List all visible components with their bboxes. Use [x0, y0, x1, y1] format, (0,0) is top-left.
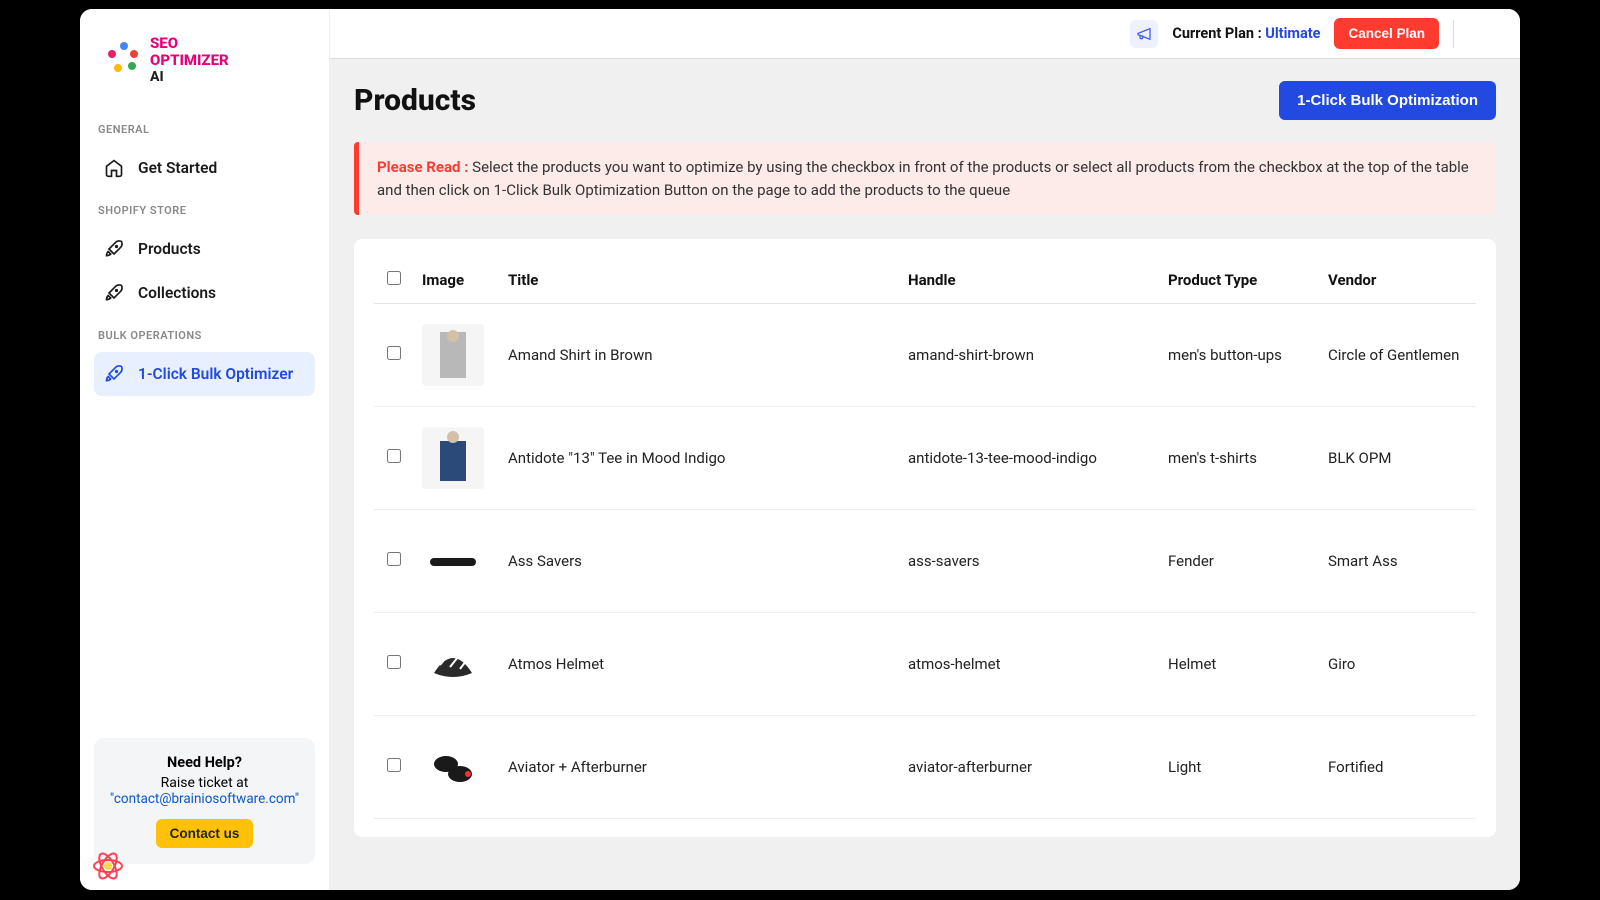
cell-title: Antidote "13" Tee in Mood Indigo [500, 407, 900, 510]
cell-title: Aviator + Afterburner [500, 716, 900, 819]
cell-vendor: Fortified [1320, 716, 1476, 819]
table-row: Atmos Helmet atmos-helmet Helmet Giro [374, 613, 1476, 716]
table-row: Ass Savers ass-savers Fender Smart Ass [374, 510, 1476, 613]
sidebar-item-label: Collections [138, 284, 216, 302]
help-text: Raise ticket at [106, 775, 303, 791]
product-thumbnail [422, 736, 484, 798]
sidebar-section-shopify: Shopify Store [98, 204, 311, 217]
sidebar-item-label: Get Started [138, 159, 217, 177]
row-checkbox[interactable] [387, 552, 401, 566]
cell-title: Amand Shirt in Brown [500, 304, 900, 407]
table-header-row: Image Title Handle Product Type Vendor [374, 257, 1476, 304]
help-email-link[interactable]: "contact@brainiosoftware.com" [110, 791, 299, 807]
cell-handle: ass-savers [900, 510, 1160, 613]
alert-body: Select the products you want to optimize… [377, 158, 1469, 199]
header-image: Image [414, 257, 500, 304]
cell-product-type: Fender [1160, 510, 1320, 613]
alert-prefix: Please Read : [377, 158, 472, 176]
product-thumbnail [422, 633, 484, 695]
sidebar-item-label: 1-Click Bulk Optimizer [138, 365, 293, 383]
cell-handle: antidote-13-tee-mood-indigo [900, 407, 1160, 510]
sidebar-item-collections[interactable]: Collections [94, 271, 315, 315]
brand-logo-icon [108, 42, 144, 78]
product-thumbnail [422, 530, 484, 592]
sidebar-item-products[interactable]: Products [94, 227, 315, 271]
bulk-optimize-button[interactable]: 1-Click Bulk Optimization [1279, 81, 1496, 120]
select-all-checkbox[interactable] [387, 271, 401, 285]
table-row: Aviator + Afterburner aviator-afterburne… [374, 716, 1476, 819]
sidebar-item-label: Products [138, 240, 201, 258]
cell-product-type: Helmet [1160, 613, 1320, 716]
row-checkbox[interactable] [387, 655, 401, 669]
cell-vendor: Giro [1320, 613, 1476, 716]
cell-title: Atmos Helmet [500, 613, 900, 716]
cell-product-type: men's button-ups [1160, 304, 1320, 407]
header-handle: Handle [900, 257, 1160, 304]
header-vendor: Vendor [1320, 257, 1476, 304]
cell-title: Ass Savers [500, 510, 900, 613]
rocket-icon [104, 239, 124, 259]
row-checkbox[interactable] [387, 346, 401, 360]
home-icon [104, 158, 124, 178]
contact-us-button[interactable]: Contact us [156, 819, 254, 848]
sidebar: SEOOPTIMIZERAI General Get Started Shopi… [80, 9, 330, 890]
sidebar-item-get-started[interactable]: Get Started [94, 146, 315, 190]
header-title: Title [500, 257, 900, 304]
table-row: Amand Shirt in Brown amand-shirt-brown m… [374, 304, 1476, 407]
products-table-card: Image Title Handle Product Type Vendor A… [354, 239, 1496, 837]
plan-name: Ultimate [1265, 25, 1320, 42]
cell-handle: amand-shirt-brown [900, 304, 1160, 407]
cell-vendor: Circle of Gentlemen [1320, 304, 1476, 407]
sidebar-item-bulk-optimizer[interactable]: 1-Click Bulk Optimizer [94, 352, 315, 396]
row-checkbox[interactable] [387, 449, 401, 463]
cell-vendor: BLK OPM [1320, 407, 1476, 510]
page-title: Products [354, 83, 476, 118]
cell-product-type: men's t-shirts [1160, 407, 1320, 510]
rocket-icon [104, 364, 124, 384]
cell-product-type: Light [1160, 716, 1320, 819]
info-alert: Please Read : Select the products you wa… [354, 142, 1496, 215]
current-plan-label: Current Plan : Ultimate [1172, 25, 1320, 42]
page-header: Products 1-Click Bulk Optimization [354, 81, 1496, 120]
main-area: Current Plan : Ultimate Cancel Plan Prod… [330, 9, 1520, 890]
cell-vendor: Smart Ass [1320, 510, 1476, 613]
rocket-icon [104, 283, 124, 303]
product-thumbnail [422, 427, 484, 489]
divider [1453, 20, 1454, 48]
cell-handle: atmos-helmet [900, 613, 1160, 716]
topbar: Current Plan : Ultimate Cancel Plan [330, 9, 1520, 59]
help-title: Need Help? [106, 754, 303, 771]
product-thumbnail [422, 324, 484, 386]
cell-handle: aviator-afterburner [900, 716, 1160, 819]
help-email: "contact@brainiosoftware.com" [106, 791, 303, 807]
cancel-plan-button[interactable]: Cancel Plan [1334, 18, 1439, 49]
sidebar-section-bulk: Bulk Operations [98, 329, 311, 342]
products-table: Image Title Handle Product Type Vendor A… [374, 257, 1476, 819]
table-row: Antidote "13" Tee in Mood Indigo antidot… [374, 407, 1476, 510]
sidebar-section-general: General [98, 123, 311, 136]
megaphone-icon[interactable] [1130, 20, 1158, 48]
brand-logo-text: SEOOPTIMIZERAI [150, 35, 229, 85]
row-checkbox[interactable] [387, 758, 401, 772]
brand-logo[interactable]: SEOOPTIMIZERAI [108, 35, 301, 85]
react-query-devtools-icon[interactable] [88, 846, 128, 886]
header-product-type: Product Type [1160, 257, 1320, 304]
